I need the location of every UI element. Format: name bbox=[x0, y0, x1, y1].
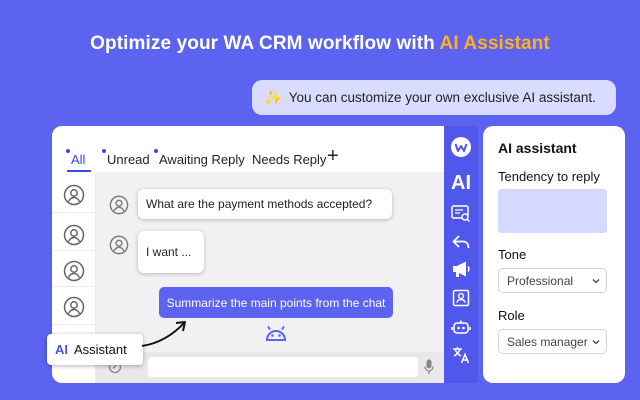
headline-text: Optimize your WA CRM workflow with bbox=[90, 33, 440, 54]
pointer-arrow-icon bbox=[141, 321, 186, 347]
headline: Optimize your WA CRM workflow with AI As… bbox=[0, 33, 640, 55]
sparkles-icon: ✨ bbox=[264, 89, 283, 107]
megaphone-icon[interactable] bbox=[450, 258, 472, 280]
add-tab-button[interactable]: + bbox=[327, 146, 339, 166]
reply-icon[interactable] bbox=[450, 231, 472, 253]
tone-select[interactable]: Professional bbox=[498, 268, 607, 293]
tab-dot bbox=[102, 149, 106, 153]
chat-message: I want ... bbox=[138, 231, 204, 273]
tone-value: Professional bbox=[507, 273, 574, 288]
divider bbox=[52, 250, 96, 251]
chat-message: What are the payment methods accepted? bbox=[138, 189, 392, 219]
chat-search-icon[interactable] bbox=[450, 203, 472, 225]
tab-label: All bbox=[71, 152, 86, 167]
tab-awaiting-reply[interactable]: Awaiting Reply bbox=[154, 149, 245, 167]
chat-message-text: What are the payment methods accepted? bbox=[146, 197, 373, 211]
tab-label: Awaiting Reply bbox=[159, 152, 245, 167]
tab-dot bbox=[154, 149, 158, 153]
info-bubble: ✨ You can customize your own exclusive A… bbox=[252, 80, 616, 115]
android-robot-icon bbox=[265, 325, 287, 341]
tab-bar: All Unread Awaiting Reply Needs Reply + bbox=[52, 126, 444, 172]
divider bbox=[52, 324, 96, 325]
tone-label: Tone bbox=[498, 247, 527, 262]
ai-assistant-panel: AI assistant Tendency to reply Tone Prof… bbox=[483, 126, 625, 383]
role-label: Role bbox=[498, 308, 525, 323]
chip-ai-text: AI bbox=[55, 342, 68, 357]
summarize-chat-button[interactable]: Summarize the main points from the chat bbox=[159, 287, 393, 318]
tab-dot bbox=[66, 149, 70, 153]
ai-label[interactable]: AI bbox=[448, 172, 474, 195]
tendency-label: Tendency to reply bbox=[498, 169, 600, 184]
tab-all[interactable]: All bbox=[66, 149, 86, 167]
panel-title: AI assistant bbox=[498, 140, 577, 156]
contact-avatar-icon[interactable] bbox=[63, 296, 85, 318]
sender-avatar-icon bbox=[109, 235, 129, 255]
divider bbox=[52, 212, 96, 213]
ai-toolbar: AI bbox=[444, 126, 478, 383]
wa-logo-icon[interactable] bbox=[450, 136, 472, 158]
ai-assistant-chip[interactable]: AI Assistant bbox=[47, 334, 143, 365]
info-bubble-text: You can customize your own exclusive AI … bbox=[288, 90, 596, 105]
contact-avatar-icon[interactable] bbox=[63, 224, 85, 246]
message-input-bar bbox=[96, 352, 444, 383]
message-input[interactable] bbox=[148, 357, 418, 377]
chip-label: Assistant bbox=[74, 342, 127, 357]
robot-icon[interactable] bbox=[450, 316, 472, 338]
contact-card-icon[interactable] bbox=[450, 287, 472, 309]
tab-label: Needs Reply bbox=[252, 152, 327, 167]
tendency-input[interactable] bbox=[498, 189, 607, 233]
chevron-down-icon bbox=[592, 279, 600, 284]
translate-icon[interactable] bbox=[450, 344, 472, 366]
tab-label: Unread bbox=[107, 152, 150, 167]
role-select[interactable]: Sales manager bbox=[498, 329, 607, 354]
sender-avatar-icon bbox=[109, 195, 129, 215]
divider bbox=[52, 286, 96, 287]
contact-avatar-icon[interactable] bbox=[63, 184, 85, 206]
contact-avatar-icon[interactable] bbox=[63, 260, 85, 282]
headline-highlight: AI Assistant bbox=[439, 33, 550, 54]
microphone-icon[interactable] bbox=[424, 359, 434, 375]
chat-message-text: I want ... bbox=[146, 245, 192, 259]
chevron-down-icon bbox=[592, 340, 600, 345]
tab-unread[interactable]: Unread bbox=[102, 149, 150, 167]
tab-needs-reply[interactable]: Needs Reply bbox=[252, 152, 326, 167]
role-value: Sales manager bbox=[507, 334, 588, 349]
